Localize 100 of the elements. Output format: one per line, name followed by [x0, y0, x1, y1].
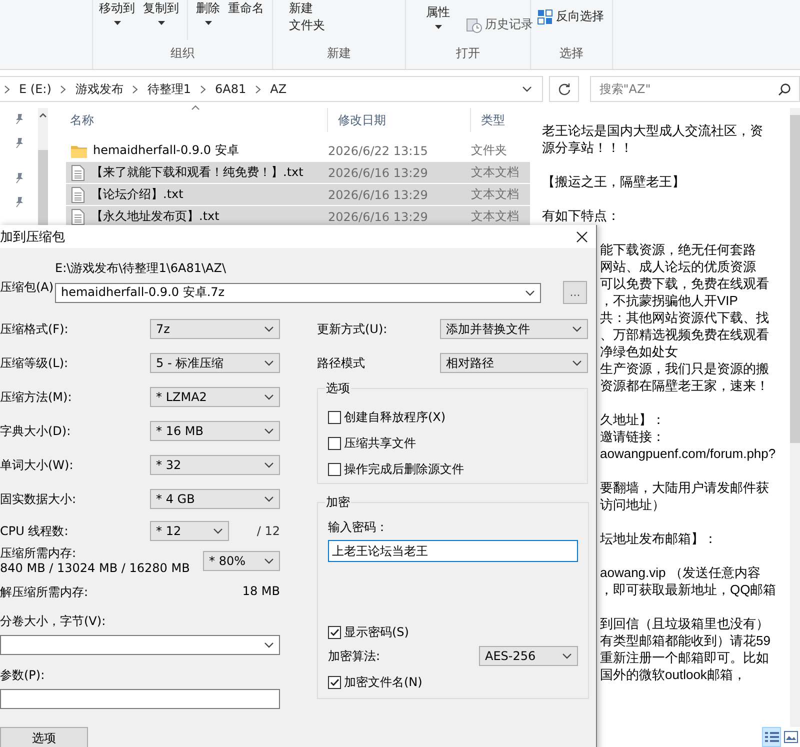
field-label: 分卷大小，字节(V):: [0, 613, 107, 630]
options-button[interactable]: 选项: [0, 727, 88, 747]
invert-selection-icon: [537, 8, 553, 24]
chevron-right-icon: [60, 84, 66, 94]
refresh-button[interactable]: [549, 76, 580, 102]
chevron-down-icon: [264, 394, 274, 400]
history-icon: [466, 16, 482, 32]
preview-text-line: 、万部精选视频免费在线观看: [600, 326, 770, 343]
ribbon-button[interactable]: 删除: [196, 0, 220, 25]
breadcrumb[interactable]: 待整理1: [147, 80, 192, 98]
file-type: 文本文档: [471, 164, 520, 181]
dialog-title: 加到压缩包: [0, 228, 65, 246]
file-type: 文本文档: [471, 208, 520, 225]
ribbon-button[interactable]: 反向选择: [537, 8, 604, 25]
column-header[interactable]: 修改日期: [328, 108, 471, 132]
file-name: 【论坛介绍】.txt: [91, 186, 184, 203]
scrollbar[interactable]: [790, 108, 800, 727]
field-label: 更新方式(U):: [317, 320, 388, 338]
column-header[interactable]: 类型: [471, 108, 530, 132]
preview-text-line: 源分享站！！！: [542, 139, 634, 156]
parameters-field[interactable]: [0, 689, 280, 709]
file-name: 【永久地址发布页】.txt: [91, 208, 220, 225]
scroll-up-icon: [39, 112, 47, 118]
ribbon-button[interactable]: 历史记录: [466, 16, 533, 33]
pin-icon: [14, 138, 24, 148]
memory-reading: 18 MB: [242, 584, 280, 600]
dropdown[interactable]: 7z: [150, 319, 280, 339]
preview-text-line: 重新注册一个邮箱即可。比如: [600, 649, 770, 666]
close-icon: [576, 230, 588, 242]
breadcrumb[interactable]: 6A81: [215, 82, 246, 96]
breadcrumb[interactable]: 游戏发布: [75, 80, 124, 98]
checkbox[interactable]: [328, 462, 341, 476]
ribbon-button[interactable]: 移动到: [99, 0, 135, 25]
sort-caret-icon: [191, 105, 200, 110]
chevron-down-icon: [264, 558, 274, 564]
preview-text-line: 久地址】：: [600, 411, 666, 428]
dropdown[interactable]: 添加并替换文件: [440, 319, 588, 339]
chevron-down-icon: [213, 528, 223, 534]
file-name: 【来了就能下载和观看！纯免费！】.txt: [91, 164, 304, 181]
dropdown[interactable]: * LZMA2: [150, 387, 280, 407]
file-row[interactable]: 【论坛介绍】.txt 2026/6/16 13:29 文本文档: [66, 184, 530, 205]
preview-text-line: aowang.vip （发送任意内容: [600, 564, 762, 581]
preview-text-line: ，即可获取最新地址，QQ邮箱: [600, 581, 778, 598]
checkbox-label: 操作完成后删除源文件: [344, 460, 464, 478]
ribbon-button[interactable]: 复制到: [143, 0, 179, 25]
chevron-right-icon: [200, 84, 206, 94]
field-label: 解压缩所需内存:: [0, 584, 88, 601]
group-title: 选项: [325, 380, 351, 397]
chevron-down-icon: [264, 326, 274, 332]
chevron-down-icon: [572, 326, 582, 332]
dropdown[interactable]: AES-256: [479, 646, 578, 666]
chevron-right-icon: [4, 84, 10, 94]
dropdown[interactable]: * 80%: [203, 551, 280, 571]
breadcrumb[interactable]: AZ: [270, 82, 287, 96]
dropdown[interactable]: 5 - 标准压缩: [150, 353, 280, 373]
browse-button[interactable]: ...: [563, 281, 587, 304]
file-row[interactable]: 【来了就能下载和观看！纯免费！】.txt 2026/6/16 13:29 文本文档: [66, 162, 530, 183]
ribbon-button[interactable]: 属性: [426, 4, 450, 29]
search-field[interactable]: 搜索"AZ": [590, 76, 800, 102]
address-bar[interactable]: E (E:) 游戏发布 待整理1 6A81 AZ: [0, 76, 544, 102]
details-view-button[interactable]: [762, 727, 781, 747]
checkbox[interactable]: [328, 436, 341, 450]
dropdown[interactable]: * 32: [150, 455, 280, 475]
thread-count: / 12: [256, 524, 280, 538]
pin-icon: [14, 114, 24, 124]
caret-icon: [434, 25, 442, 29]
file-type: 文本文档: [471, 186, 520, 203]
folder-icon: [71, 144, 87, 158]
dropdown[interactable]: 相对路径: [440, 353, 588, 373]
chevron-down-icon: [264, 360, 274, 366]
column-header[interactable]: 名称: [60, 108, 328, 132]
ribbon-button[interactable]: 新建 文件夹: [289, 0, 325, 34]
preview-text-line: 有类型邮箱都能收到）请花59: [600, 632, 772, 649]
chevron-down-icon: [525, 290, 535, 296]
preview-text-line: 共：其他网站资源代下载、找: [600, 309, 770, 326]
field-label: 压缩格式(F):: [0, 320, 70, 338]
checkbox[interactable]: [328, 676, 341, 688]
file-row[interactable]: 【永久地址发布页】.txt 2026/6/16 13:29 文本文档: [66, 206, 530, 227]
password-field[interactable]: 上老王论坛当老王: [328, 540, 578, 562]
scrollbar-thumb[interactable]: [790, 115, 800, 443]
checkbox[interactable]: [328, 410, 341, 424]
picture-view-icon: [784, 731, 798, 743]
volume-size-field[interactable]: [0, 635, 280, 655]
dropdown[interactable]: * 16 MB: [150, 421, 280, 441]
archive-name-field[interactable]: hemaidherfall-0.9.0 安卓.7z: [55, 282, 541, 302]
field-label: 单词大小(W):: [0, 456, 74, 474]
memory-reading: 840 MB / 13024 MB / 16280 MB: [0, 561, 190, 576]
breadcrumb[interactable]: E (E:): [19, 82, 52, 96]
checkbox[interactable]: [328, 626, 341, 638]
field-label: CPU 线程数:: [0, 522, 70, 540]
dropdown[interactable]: * 4 GB: [150, 489, 280, 509]
field-label: 输入密码：: [328, 519, 389, 536]
dropdown[interactable]: * 12: [150, 521, 229, 541]
chevron-down-icon: [264, 428, 274, 434]
close-button[interactable]: [574, 228, 590, 244]
file-row[interactable]: hemaidherfall-0.9.0 安卓 2026/6/22 13:15 文件夹: [66, 140, 530, 161]
details-view-icon: [764, 731, 778, 743]
preview-text-line: aowangpuenf.com/forum.php?: [600, 445, 777, 462]
field-label: 参数(P):: [0, 667, 46, 684]
ribbon-button[interactable]: 重命名: [228, 0, 264, 17]
